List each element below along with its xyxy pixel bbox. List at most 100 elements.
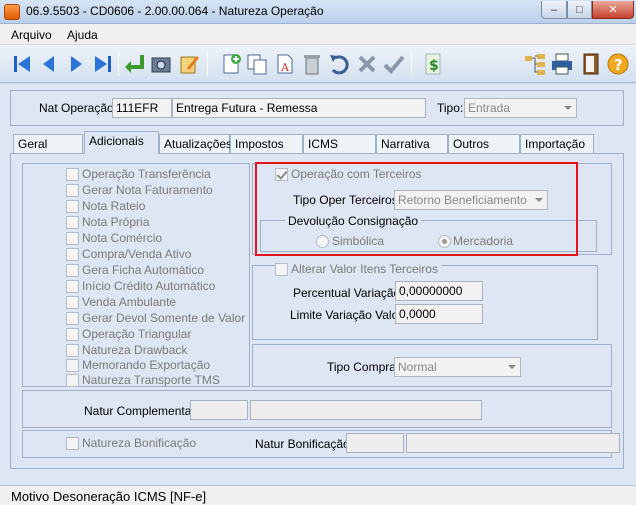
return-icon[interactable] [121, 51, 147, 77]
tab-outros[interactable]: Outros [448, 134, 520, 153]
tipo-compra-label: Tipo Compra: [327, 360, 400, 374]
first-icon[interactable] [9, 51, 35, 77]
check-nota-comercio[interactable]: Nota Comércio [66, 231, 162, 245]
check-compra-venda-ativo[interactable]: Compra/Venda Ativo [66, 247, 191, 261]
percentual-variacao-label: Percentual Variação: [293, 286, 404, 300]
checkbox-label: Operação Transferência [82, 167, 211, 181]
cancel-icon[interactable] [354, 51, 380, 77]
checkbox[interactable] [66, 199, 79, 213]
check-gera-ficha-automatico[interactable]: Gera Ficha Automático [66, 263, 204, 277]
tab-impostos[interactable]: Impostos [230, 134, 303, 153]
window-title: 06.9.5503 - CD0606 - 2.00.00.064 - Natur… [26, 4, 324, 18]
checkbox-label: Nota Própria [82, 215, 150, 229]
check-nota-rateio[interactable]: Nota Rateio [66, 199, 145, 213]
check-natureza-transporte-tms[interactable]: Natureza Transporte TMS [66, 373, 220, 387]
minimize-button[interactable]: – [541, 1, 567, 19]
checkbox[interactable] [66, 343, 79, 357]
copy-icon[interactable] [244, 51, 270, 77]
checkbox[interactable] [66, 436, 79, 450]
last-icon[interactable] [90, 51, 116, 77]
checkbox-label: Nota Rateio [82, 199, 146, 213]
percentual-variacao-field[interactable]: 0,00000000 [395, 281, 483, 301]
toolbar: A $ ? [0, 45, 636, 83]
tipo-compra-value: Normal [398, 360, 437, 374]
check-operacao-triangular[interactable]: Operação Triangular [66, 327, 191, 341]
natur-complementar-desc-field[interactable] [250, 400, 482, 420]
highlight-box [255, 162, 578, 256]
check-operacao-transferencia[interactable]: Operação Transferência [66, 167, 211, 181]
checkbox[interactable] [66, 295, 79, 309]
tab-icms[interactable]: ICMS [303, 134, 376, 153]
checkbox-label: Nota Comércio [82, 231, 163, 245]
undo-icon[interactable] [326, 51, 352, 77]
checkbox[interactable] [66, 358, 79, 372]
limite-variacao-field[interactable]: 0,0000 [395, 304, 483, 324]
check-inicio-credito-automatico[interactable]: Início Crédito Automático [66, 279, 215, 293]
svg-text:$: $ [429, 58, 439, 74]
check-natureza-bonificacao[interactable]: Natureza Bonificação [66, 436, 196, 450]
menu-arquivo[interactable]: Arquivo [11, 28, 52, 42]
tipo-select[interactable]: Entrada [464, 98, 577, 118]
toolbar-separator [118, 52, 119, 76]
checkbox-label: Natureza Transporte TMS [82, 373, 220, 387]
checkbox-label: Alterar Valor Itens Terceiros [291, 262, 438, 276]
checkbox[interactable] [66, 215, 79, 229]
menu-ajuda[interactable]: Ajuda [67, 28, 98, 42]
rename-icon[interactable]: A [272, 51, 298, 77]
checkbox-label: Gerar Nota Faturamento [82, 183, 213, 197]
checkbox[interactable] [66, 167, 79, 181]
checkbox[interactable] [66, 373, 79, 387]
check-alterar-valor-itens[interactable]: Alterar Valor Itens Terceiros [275, 262, 441, 276]
tipo-label: Tipo: [437, 101, 464, 115]
toolbar-separator [411, 52, 412, 76]
check-gerar-devol-somente-valor[interactable]: Gerar Devol Somente de Valor [66, 311, 245, 325]
check-natureza-drawback[interactable]: Natureza Drawback [66, 343, 187, 357]
checkbox[interactable] [66, 311, 79, 325]
natur-bonificacao-code-field[interactable] [346, 433, 404, 453]
confirm-icon[interactable] [381, 51, 407, 77]
money-icon[interactable]: $ [420, 51, 446, 77]
limite-variacao-label: Limite Variação Valor: [290, 308, 406, 322]
tab-narrativa[interactable]: Narrativa [376, 134, 448, 153]
tree-icon[interactable] [522, 51, 548, 77]
alterar-valor-group [252, 265, 598, 340]
checkbox[interactable] [275, 262, 288, 276]
checkbox[interactable] [66, 183, 79, 197]
check-nota-propria[interactable]: Nota Própria [66, 215, 149, 229]
menu-bar: Arquivo Ajuda [0, 24, 636, 45]
camera-icon[interactable] [148, 51, 174, 77]
tipo-compra-select[interactable]: Normal [394, 357, 521, 377]
checkbox-label: Início Crédito Automático [82, 279, 216, 293]
natur-bonificacao-desc-field[interactable] [406, 433, 620, 453]
tab-geral[interactable]: Geral [13, 134, 83, 153]
checkbox[interactable] [66, 279, 79, 293]
edit-icon[interactable] [176, 51, 202, 77]
nat-operacao-code-field[interactable]: 111EFR [112, 98, 172, 118]
tipo-select-value: Entrada [468, 101, 511, 115]
natur-complementar-code-field[interactable] [190, 400, 248, 420]
close-button[interactable]: ✕ [592, 1, 634, 19]
print-icon[interactable] [549, 51, 575, 77]
natur-bonificacao-label: Natur Bonificação: [255, 437, 354, 451]
checkbox-label: Gera Ficha Automático [82, 263, 205, 277]
new-icon[interactable] [218, 51, 244, 77]
check-venda-ambulante[interactable]: Venda Ambulante [66, 295, 176, 309]
check-gerar-nota-faturamento[interactable]: Gerar Nota Faturamento [66, 183, 213, 197]
checkbox[interactable] [66, 327, 79, 341]
maximize-button[interactable]: □ [567, 1, 592, 19]
exit-icon[interactable] [578, 51, 604, 77]
tab-atualizacoes[interactable]: Atualizações [159, 134, 232, 153]
checkbox[interactable] [66, 231, 79, 245]
delete-icon[interactable] [299, 51, 325, 77]
tab-adicionais[interactable]: Adicionais [84, 131, 159, 154]
checkbox[interactable] [66, 247, 79, 261]
checkbox[interactable] [66, 263, 79, 277]
check-memorando-exportacao[interactable]: Memorando Exportação [66, 358, 210, 372]
help-icon[interactable]: ? [605, 51, 631, 77]
tab-importacao[interactable]: Importação [520, 134, 594, 153]
next-icon[interactable] [63, 51, 89, 77]
chevron-down-icon [508, 365, 516, 369]
checkbox-label: Natureza Drawback [82, 343, 188, 357]
previous-icon[interactable] [36, 51, 62, 77]
nat-operacao-desc-field[interactable]: Entrega Futura - Remessa [172, 98, 426, 118]
